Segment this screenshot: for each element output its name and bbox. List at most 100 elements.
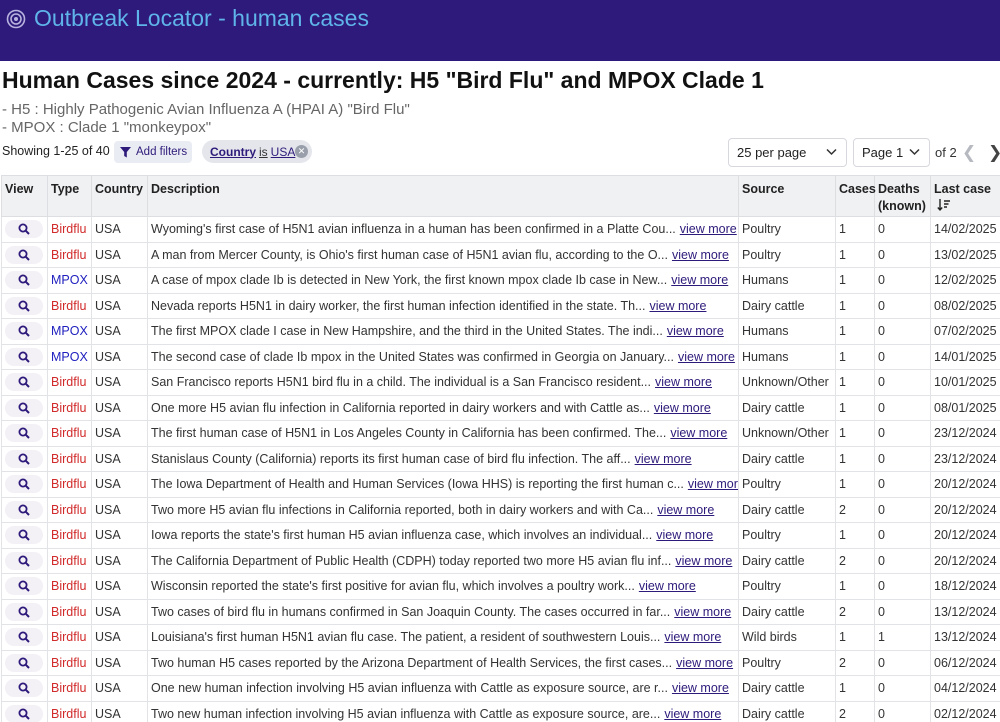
view-more-link[interactable]: view more: [672, 248, 729, 262]
view-button[interactable]: [5, 449, 43, 468]
view-button[interactable]: [5, 296, 43, 315]
view-button[interactable]: [5, 424, 43, 443]
description-text: San Francisco reports H5N1 bird flu in a…: [151, 375, 652, 390]
col-header-cases[interactable]: Cases: [835, 175, 876, 217]
cases-cell: 1: [835, 522, 875, 549]
next-page-icon[interactable]: ❯: [988, 143, 1000, 163]
view-button[interactable]: [5, 704, 43, 722]
view-more-link[interactable]: view more: [656, 528, 713, 542]
view-more-link[interactable]: view more: [657, 503, 714, 517]
search-icon: [18, 657, 30, 669]
deaths-cell: 0: [874, 343, 931, 370]
page-select[interactable]: Page 1: [853, 138, 930, 167]
last-case-cell: 18/12/2024: [930, 573, 1000, 600]
view-more-link[interactable]: view more: [680, 222, 737, 236]
description-text: A case of mpox clade Ib is detected in N…: [151, 273, 668, 288]
remove-filter-icon[interactable]: ✕: [295, 145, 308, 158]
table-row: Birdflu USA Two cases of bird flu in human…: [1, 598, 1000, 625]
col-header-last-case[interactable]: Last case: [930, 175, 1000, 217]
deaths-cell: 1: [874, 624, 931, 651]
view-cell: [1, 471, 48, 498]
type-cell: Birdflu: [47, 394, 92, 421]
sort-descending-icon[interactable]: [937, 198, 951, 212]
col-header-source[interactable]: Source: [738, 175, 836, 217]
view-more-link[interactable]: view more: [675, 554, 732, 568]
search-icon: [18, 300, 30, 312]
view-button[interactable]: [5, 373, 43, 392]
col-header-country[interactable]: Country: [91, 175, 148, 217]
deaths-cell: 0: [874, 216, 931, 243]
view-button[interactable]: [5, 577, 43, 596]
filter-icon: [120, 146, 131, 157]
view-more-link[interactable]: view more: [649, 299, 706, 313]
search-icon: [18, 682, 30, 694]
view-button[interactable]: [5, 271, 43, 290]
view-cell: [1, 369, 48, 396]
search-icon: [18, 427, 30, 439]
prev-page-icon[interactable]: ❮: [962, 143, 976, 163]
source-cell: Dairy cattle: [738, 292, 836, 319]
view-more-link[interactable]: view more: [654, 401, 711, 415]
view-cell: [1, 700, 48, 722]
view-button[interactable]: [5, 220, 43, 239]
add-filters-label: Add filters: [136, 146, 188, 158]
description-text: Iowa reports the state's first human H5 …: [151, 528, 653, 543]
search-icon: [18, 504, 30, 516]
last-case-cell: 13/12/2024: [930, 624, 1000, 651]
type-cell: Birdflu: [47, 700, 92, 722]
table-row: MPOX USA The second case of clade Ib mpox …: [1, 343, 1000, 370]
view-more-link[interactable]: view more: [670, 426, 727, 440]
view-more-link[interactable]: view more: [688, 477, 738, 491]
view-more-link[interactable]: view more: [667, 324, 724, 338]
search-icon: [18, 606, 30, 618]
cases-cell: 1: [835, 394, 875, 421]
add-filters-button[interactable]: Add filters: [114, 141, 192, 163]
description-text: Two new human infection involving H5 avi…: [151, 706, 661, 721]
view-more-link[interactable]: view more: [664, 630, 721, 644]
source-cell: Poultry: [738, 522, 836, 549]
table-row: Birdflu USA Iowa reports the state's first…: [1, 522, 1000, 549]
per-page-select[interactable]: 25 per page: [728, 138, 847, 167]
view-more-link[interactable]: view more: [635, 452, 692, 466]
view-button[interactable]: [5, 347, 43, 366]
view-button[interactable]: [5, 653, 43, 672]
description-text: One more H5 avian flu infection in Calif…: [151, 400, 650, 415]
country-cell: USA: [91, 573, 148, 600]
col-header-description[interactable]: Description: [147, 175, 739, 217]
view-button[interactable]: [5, 322, 43, 341]
filter-chip-country[interactable]: Country is USA ✕: [202, 140, 312, 163]
type-cell: MPOX: [47, 318, 92, 345]
view-button[interactable]: [5, 245, 43, 264]
last-case-cell: 12/02/2025: [930, 267, 1000, 294]
view-button[interactable]: [5, 500, 43, 519]
col-header-deaths[interactable]: Deaths (known): [874, 175, 931, 217]
view-button[interactable]: [5, 679, 43, 698]
view-more-link[interactable]: view more: [664, 707, 721, 721]
view-button[interactable]: [5, 602, 43, 621]
description-text: The first MPOX clade I case in New Hamps…: [151, 324, 663, 339]
view-more-link[interactable]: view more: [676, 656, 733, 670]
type-cell: Birdflu: [47, 292, 92, 319]
view-button[interactable]: [5, 526, 43, 545]
view-button[interactable]: [5, 551, 43, 570]
filter-chip-key: Country: [210, 144, 256, 159]
view-more-link[interactable]: view more: [674, 605, 731, 619]
description-cell: Louisiana's first human H5N1 avian flu c…: [147, 624, 739, 651]
view-more-link[interactable]: view more: [671, 273, 728, 287]
view-more-link[interactable]: view more: [672, 681, 729, 695]
col-header-type[interactable]: Type: [47, 175, 92, 217]
app-title[interactable]: Outbreak Locator - human cases: [34, 5, 369, 32]
view-more-link[interactable]: view more: [639, 579, 696, 593]
col-header-view[interactable]: View: [1, 175, 48, 217]
cases-cell: 1: [835, 471, 875, 498]
country-cell: USA: [91, 369, 148, 396]
view-button[interactable]: [5, 628, 43, 647]
view-button[interactable]: [5, 475, 43, 494]
cases-cell: 2: [835, 496, 875, 523]
deaths-cell: 0: [874, 496, 931, 523]
view-more-link[interactable]: view more: [678, 350, 735, 364]
view-button[interactable]: [5, 398, 43, 417]
source-cell: Unknown/Other: [738, 369, 836, 396]
deaths-cell: 0: [874, 241, 931, 268]
view-more-link[interactable]: view more: [655, 375, 712, 389]
